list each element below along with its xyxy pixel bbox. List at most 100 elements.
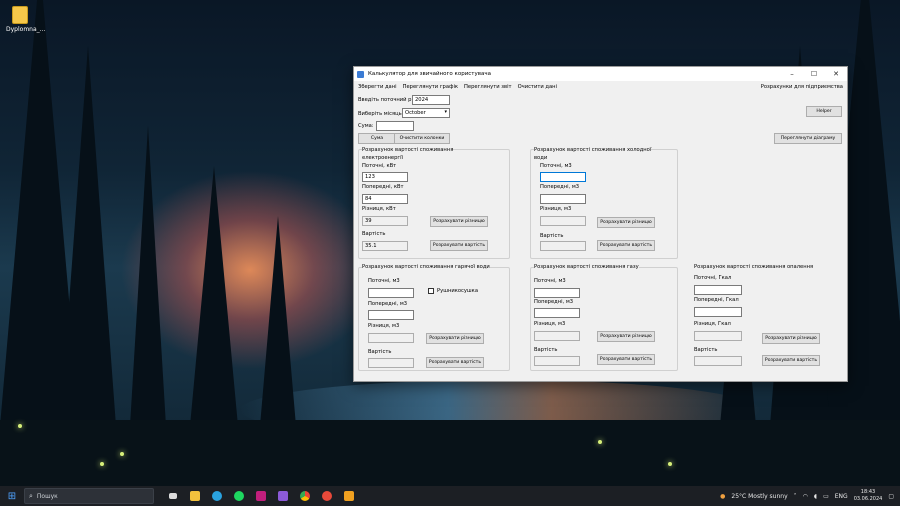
app-icon[interactable] xyxy=(338,486,360,506)
cold-water-cost-output xyxy=(540,241,586,251)
electricity-cost-button[interactable]: Розрахувати вартість xyxy=(430,240,488,251)
folder-icon xyxy=(12,6,28,24)
electricity-diff-label: Різниця, кВт xyxy=(362,206,396,212)
heating-current-label: Поточні, Гкал xyxy=(694,275,732,281)
clock-time: 18:43 xyxy=(860,489,876,495)
menu-view-report[interactable]: Переглянути звіт xyxy=(464,84,512,90)
network-icon[interactable]: ◠ xyxy=(803,493,808,500)
search-box[interactable]: ⌕ Пошук xyxy=(24,488,154,504)
battery-icon[interactable]: ▭ xyxy=(823,493,829,500)
desktop-folder-label: Dyplomna_... xyxy=(6,26,46,33)
cold-water-previous-label: Попередні, м3 xyxy=(540,184,580,190)
title-bar[interactable]: Калькулятор для звичайного користувача –… xyxy=(354,67,847,81)
heating-diff-output xyxy=(694,331,742,341)
gas-current-label: Поточні, м3 xyxy=(534,278,566,284)
gas-title: Розрахунок вартості споживання газу xyxy=(534,264,639,270)
hot-water-previous-input[interactable] xyxy=(368,310,414,320)
year-input[interactable]: 2024 xyxy=(412,95,450,105)
gas-previous-input[interactable] xyxy=(534,308,580,318)
gas-cost-button[interactable]: Розрахувати вартість xyxy=(597,354,655,365)
cold-water-diff-button[interactable]: Розрахувати різницю xyxy=(597,217,655,228)
heating-cost-button[interactable]: Розрахувати вартість xyxy=(762,355,820,366)
minimize-button[interactable]: – xyxy=(781,67,803,81)
tree xyxy=(190,166,238,426)
hot-water-cost-button[interactable]: Розрахувати вартість xyxy=(426,357,484,368)
heating-current-input[interactable] xyxy=(694,285,742,295)
weather-icon: ● xyxy=(720,492,726,500)
maximize-button[interactable]: ☐ xyxy=(803,67,825,81)
windows-start-icon[interactable]: ⊞ xyxy=(0,486,24,506)
firefly xyxy=(18,424,22,428)
task-view-icon[interactable] xyxy=(162,486,184,506)
menu-save-data[interactable]: Зберегти дані xyxy=(358,84,397,90)
clock[interactable]: 18:43 03.06.2024 xyxy=(854,489,883,503)
month-select-value: October xyxy=(405,110,426,116)
helper-button[interactable]: Helper xyxy=(806,106,842,117)
electricity-diff-output: 39 xyxy=(362,216,408,226)
file-explorer-icon[interactable] xyxy=(184,486,206,506)
rider-icon[interactable] xyxy=(250,486,272,506)
hot-water-cost-output xyxy=(368,358,414,368)
cold-water-title-line2: води xyxy=(534,155,548,161)
gas-diff-label: Різниця, м3 xyxy=(534,321,566,327)
gas-previous-label: Попередні, м3 xyxy=(534,299,574,305)
tree xyxy=(130,126,166,426)
electricity-cost-label: Вартість xyxy=(362,231,386,237)
heating-cost-output xyxy=(694,356,742,366)
cold-water-current-input[interactable] xyxy=(540,172,586,182)
firefly xyxy=(668,462,672,466)
gas-diff-button[interactable]: Розрахувати різницю xyxy=(597,331,655,342)
volume-icon[interactable]: ◖ xyxy=(814,493,817,500)
language-indicator[interactable]: ENG xyxy=(835,493,848,500)
hot-water-cost-label: Вартість xyxy=(368,349,392,355)
view-diagram-button[interactable]: Переглянути діаграму xyxy=(774,133,842,144)
hot-water-diff-label: Різниця, м3 xyxy=(368,323,400,329)
chevron-down-icon: ▾ xyxy=(444,109,447,115)
firefly xyxy=(120,452,124,456)
sum-button[interactable]: Сума xyxy=(358,133,396,144)
clear-columns-button[interactable]: Очистити колонки xyxy=(394,133,450,144)
electricity-diff-button[interactable]: Розрахувати різницю xyxy=(430,216,488,227)
close-button[interactable]: ✕ xyxy=(825,67,847,81)
hot-water-diff-output xyxy=(368,333,414,343)
electricity-title: Розрахунок вартості споживання xyxy=(362,147,454,153)
hot-water-current-label: Поточні, м3 xyxy=(368,278,400,284)
month-label: Виберіть місяць: xyxy=(358,111,404,117)
gas-diff-output xyxy=(534,331,580,341)
hot-water-diff-button[interactable]: Розрахувати різницю xyxy=(426,333,484,344)
cold-water-cost-button[interactable]: Розрахувати вартість xyxy=(597,240,655,251)
telegram-icon[interactable] xyxy=(206,486,228,506)
menu-clear-data[interactable]: Очистити дані xyxy=(518,84,557,90)
tree xyxy=(60,46,116,426)
menu-view-chart[interactable]: Переглянути графік xyxy=(403,84,458,90)
sum-label: Сума: xyxy=(358,123,374,129)
month-select[interactable]: October ▾ xyxy=(402,108,450,118)
menu-enterprise[interactable]: Розрахунки для підприємства xyxy=(761,84,843,90)
heating-previous-input[interactable] xyxy=(694,307,742,317)
visual-studio-icon[interactable] xyxy=(272,486,294,506)
notification-icon[interactable]: ▢ xyxy=(888,493,894,500)
weather-text[interactable]: 25°C Mostly sunny xyxy=(731,493,787,500)
cold-water-diff-label: Різниця, м3 xyxy=(540,206,572,212)
gas-current-input[interactable] xyxy=(534,288,580,298)
heating-diff-button[interactable]: Розрахувати різницю xyxy=(762,333,820,344)
hot-water-current-input[interactable] xyxy=(368,288,414,298)
clock-date: 03.06.2024 xyxy=(853,496,883,502)
search-placeholder: Пошук xyxy=(36,492,58,500)
cold-water-current-label: Поточні, м3 xyxy=(540,163,572,169)
firefly xyxy=(598,440,602,444)
cold-water-title: Розрахунок вартості споживання холодної xyxy=(534,147,652,153)
electricity-current-input[interactable]: 123 xyxy=(362,172,408,182)
electricity-previous-input[interactable]: 84 xyxy=(362,194,408,204)
spotify-icon[interactable] xyxy=(228,486,250,506)
gas-cost-output xyxy=(534,356,580,366)
chrome-icon[interactable] xyxy=(294,486,316,506)
sum-input[interactable] xyxy=(376,121,414,131)
desktop-folder[interactable]: Dyplomna_... xyxy=(6,6,46,33)
cold-water-previous-input[interactable] xyxy=(540,194,586,204)
cold-water-diff-output xyxy=(540,216,586,226)
chrome-canary-icon[interactable] xyxy=(316,486,338,506)
electricity-title-line2: електроенергії xyxy=(362,155,403,161)
towel-dryer-checkbox[interactable]: Рушникосушка xyxy=(428,288,478,294)
chevron-up-icon[interactable]: ˄ xyxy=(794,493,797,500)
